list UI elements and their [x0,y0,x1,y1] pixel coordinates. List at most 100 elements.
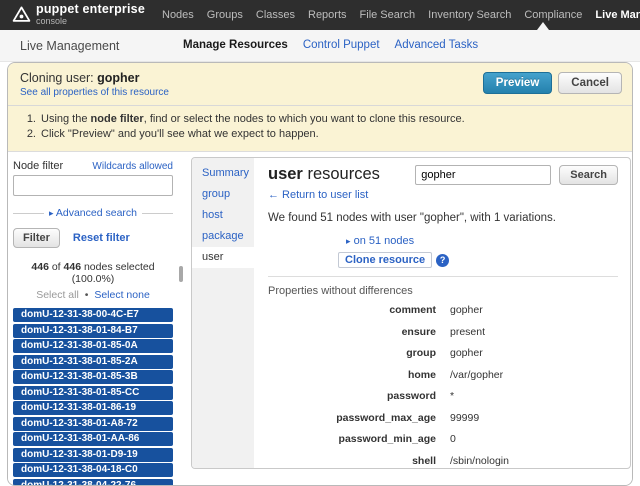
content-divider [268,276,618,277]
filter-button[interactable]: Filter [13,228,60,248]
nav-item-nodes[interactable]: Nodes [162,9,194,21]
instruction-item: 1.Using the node filter, find or select … [20,112,620,127]
property-name: shell [268,455,450,467]
node-list-item[interactable]: domU-12-31-38-04-18-C0 [13,463,173,477]
node-list-item[interactable]: domU-12-31-38-01-A8-72 [13,417,173,431]
property-name: group [268,347,450,359]
node-list-item[interactable]: domU-12-31-38-01-D9-19 [13,448,173,462]
clone-resource-button[interactable]: Clone resource [338,252,432,268]
property-row: groupgopher [268,347,618,369]
node-list: domU-12-31-38-00-4C-E7 domU-12-31-38-01-8… [13,308,173,486]
nav-item-label: Groups [207,9,243,21]
node-list-item[interactable]: domU-12-31-38-01-86-19 [13,401,173,415]
subnav-tab-manage-resources[interactable]: Manage Resources [183,39,288,51]
instruction-text-bold: node filter [91,113,144,125]
instructions-list: 1.Using the node filter, find or select … [8,106,632,152]
property-value: 0 [450,433,456,445]
properties-table: commentgopherensurepresentgroupgopherhom… [268,304,618,469]
wildcards-allowed-link[interactable]: Wildcards allowed [92,161,173,172]
tab-package[interactable]: package [192,226,254,247]
nav-item-groups[interactable]: Groups [207,9,243,21]
node-list-item[interactable]: domU-12-31-38-01-85-3B [13,370,173,384]
triangle-right-icon: ▸ [49,208,54,218]
instruction-text: , find or select the nodes to which you … [144,113,465,125]
logo-title: puppet enterprise [36,3,145,16]
tab-summary[interactable]: Summary [192,163,254,184]
search-result-summary: We found 51 nodes with user "gopher", wi… [268,212,618,224]
subnav-tab-control-puppet[interactable]: Control Puppet [303,39,380,51]
instruction-number: 2. [20,127,36,142]
logo-subtitle: console [36,17,145,26]
preview-button[interactable]: Preview [483,72,552,94]
property-row: shell/sbin/nologin [268,455,618,470]
tab-group[interactable]: group [192,184,254,205]
nav-item-label: Classes [256,9,295,21]
property-row: home/var/gopher [268,369,618,391]
property-row: password_max_age99999 [268,412,618,434]
property-value: gopher [450,347,483,359]
nav-item-reports[interactable]: Reports [308,9,347,21]
node-list-item[interactable]: domU-12-31-38-01-85-0A [13,339,173,353]
reset-filter-link[interactable]: Reset filter [73,232,130,244]
resource-search-input[interactable] [415,165,551,185]
nav-item-label: Live Management [595,9,640,21]
nav-item-inventory-search[interactable]: Inventory Search [428,9,511,21]
property-value: 99999 [450,412,479,424]
cancel-button[interactable]: Cancel [558,72,622,94]
node-filter-label: Node filter [13,160,63,172]
tab-user[interactable]: user [192,247,254,268]
return-to-user-list-link[interactable]: ← Return to user list [268,189,618,201]
select-none-link[interactable]: Select none [94,289,149,301]
subnav-tab-advanced-tasks[interactable]: Advanced Tasks [395,39,479,51]
node-list-item[interactable]: domU-12-31-38-01-85-2A [13,355,173,369]
on-nodes-link[interactable]: ▸ on 51 nodes [346,235,618,247]
section-title: Live Management [20,39,119,53]
property-value: * [450,390,454,402]
topnav-items: Nodes Groups Classes Reports File Search Inve… [162,0,640,30]
puppet-logo[interactable]: puppet enterprise console [12,3,145,26]
property-row: password_min_age0 [268,433,618,455]
help-icon[interactable]: ? [436,254,449,267]
nav-item-compliance[interactable]: Compliance [524,9,582,21]
nodes-selected-summary: 446 of 446 nodes selected (100.0%) [13,261,173,285]
instruction-number: 1. [20,112,36,127]
advanced-search-link[interactable]: ▸ Advanced search [49,207,137,219]
clone-card: Cloning user: gopher See all properties … [7,62,633,486]
property-name: password [268,390,450,402]
select-all-link[interactable]: Select all [36,289,79,301]
node-list-item[interactable]: domU-12-31-38-01-84-B7 [13,324,173,338]
instruction-item: 2. Click "Preview" and you'll see what we… [20,127,620,142]
nav-item-label: Reports [308,9,347,21]
nav-item-live-management[interactable]: Live Management [595,9,640,21]
instruction-text: Click "Preview" and you'll see what we e… [41,128,319,140]
property-name: password_min_age [268,433,450,445]
node-list-scrollbar[interactable] [179,266,183,282]
property-row: commentgopher [268,304,618,326]
node-list-item[interactable]: domU-12-31-38-04-22-76 [13,479,173,486]
property-name: password_max_age [268,412,450,424]
nav-item-classes[interactable]: Classes [256,9,295,21]
node-list-item[interactable]: domU-12-31-38-01-AA-86 [13,432,173,446]
nav-item-file-search[interactable]: File Search [360,9,416,21]
property-value: gopher [450,304,483,316]
node-list-item[interactable]: domU-12-31-38-01-85-CC [13,386,173,400]
properties-heading: Properties without differences [268,285,618,297]
property-value: /var/gopher [450,369,503,381]
property-name: ensure [268,326,450,338]
top-navbar: puppet enterprise console Nodes Groups Cla… [0,0,640,30]
nav-item-label: Nodes [162,9,194,21]
nav-item-label: Compliance [524,9,582,21]
property-row: ensurepresent [268,326,618,348]
tab-host[interactable]: host [192,205,254,226]
node-filter-sidebar: Node filter Wildcards allowed ▸ Advanced… [8,152,186,486]
node-list-item[interactable]: domU-12-31-38-00-4C-E7 [13,308,173,322]
resource-type-tabs: Summarygrouphostpackageuser [192,158,254,468]
divider-line [13,213,44,214]
page-title: user resources [268,165,380,184]
resources-panel: Summarygrouphostpackageuser user resourc… [191,157,631,469]
cloning-resource-name: gopher [97,71,139,85]
nav-item-label: Inventory Search [428,9,511,21]
node-filter-input[interactable] [13,175,173,196]
search-button[interactable]: Search [559,165,618,185]
back-arrow-icon: ← [268,189,279,201]
